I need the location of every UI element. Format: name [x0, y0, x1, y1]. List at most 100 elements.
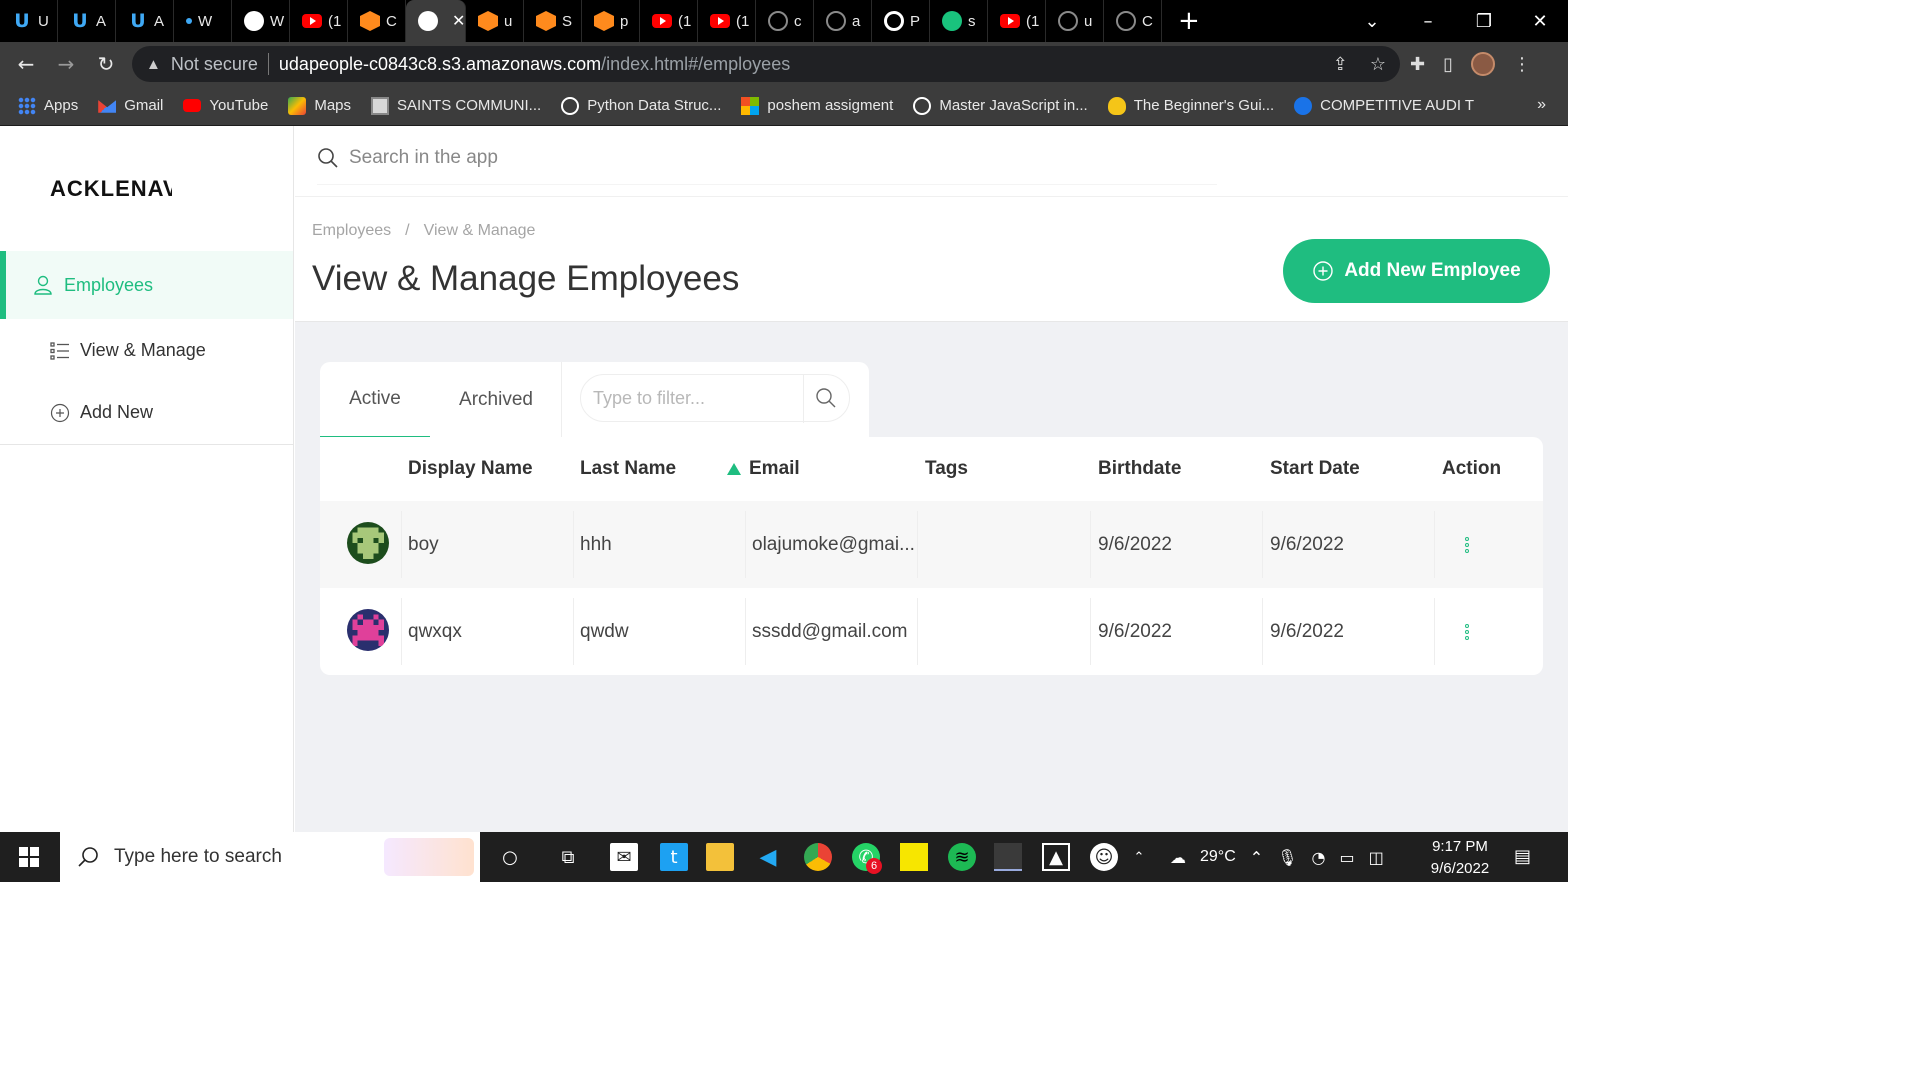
- microphone-icon[interactable]: 🎙: [1277, 848, 1297, 867]
- column-tags[interactable]: Tags: [925, 437, 968, 501]
- spotify-icon[interactable]: ≋: [948, 843, 976, 871]
- breadcrumb-view-manage[interactable]: View & Manage: [424, 222, 536, 240]
- add-new-employee-button[interactable]: Add New Employee: [1283, 239, 1550, 303]
- side-panel-icon[interactable]: ▯: [1443, 54, 1453, 75]
- sidebar-item-view-manage[interactable]: View & Manage: [50, 340, 206, 361]
- column-display-name[interactable]: Display Name: [408, 437, 533, 501]
- minimize-button[interactable]: –: [1400, 0, 1456, 42]
- bookmark-item[interactable]: SAINTS COMMUNI...: [371, 96, 541, 115]
- weather-temp[interactable]: 29°C: [1200, 848, 1236, 866]
- reload-button[interactable]: ↻: [86, 44, 126, 84]
- browser-tab[interactable]: (1: [290, 0, 348, 42]
- app-logo[interactable]: ACKLENAVE: [50, 176, 172, 202]
- filter-input[interactable]: [593, 387, 793, 409]
- vscode-icon[interactable]: ◀: [754, 843, 782, 871]
- chrome-profile-icon[interactable]: [994, 843, 1022, 871]
- browser-tab[interactable]: UA: [116, 0, 174, 42]
- browser-tab[interactable]: (1: [988, 0, 1046, 42]
- weather-icon[interactable]: ☁: [1170, 848, 1186, 867]
- profile-avatar[interactable]: [1471, 52, 1495, 76]
- browser-tab[interactable]: u: [1046, 0, 1104, 42]
- cortana-icon[interactable]: ○: [496, 843, 524, 871]
- file-explorer-icon[interactable]: [706, 843, 734, 871]
- bookmark-star-icon[interactable]: ☆: [1370, 54, 1386, 75]
- browser-tab[interactable]: C: [348, 0, 406, 42]
- tray-expand-icon[interactable]: ⌃: [1250, 848, 1263, 867]
- browser-tab[interactable]: W: [232, 0, 290, 42]
- sidebar-item-add-new[interactable]: Add New: [50, 402, 153, 423]
- row-action-menu-icon[interactable]: [1463, 537, 1471, 553]
- tab-search-icon[interactable]: ⌄: [1344, 0, 1400, 42]
- system-clock[interactable]: 9:17 PM 9/6/2022: [1418, 836, 1502, 880]
- column-last-name[interactable]: Last Name: [580, 437, 676, 501]
- browser-tab[interactable]: u: [466, 0, 524, 42]
- new-tab-button[interactable]: +: [1178, 6, 1200, 36]
- browser-tab[interactable]: W: [174, 0, 232, 42]
- column-birthdate[interactable]: Birthdate: [1098, 437, 1181, 501]
- extensions-icon[interactable]: ✚: [1410, 54, 1425, 75]
- taskbar-search-placeholder[interactable]: Type here to search: [114, 846, 282, 868]
- bookmark-item[interactable]: Master JavaScript in...: [913, 96, 1088, 115]
- bookmark-item[interactable]: Gmail: [98, 97, 163, 115]
- security-label[interactable]: Not secure: [171, 54, 258, 75]
- browser-tab[interactable]: s: [930, 0, 988, 42]
- bookmark-item[interactable]: Python Data Struc...: [561, 96, 721, 115]
- bookmark-item[interactable]: COMPETITIVE AUDI T: [1294, 96, 1474, 115]
- forward-button[interactable]: →: [46, 44, 86, 84]
- wifi-icon[interactable]: ◔: [1311, 848, 1325, 867]
- browser-tab[interactable]: S: [524, 0, 582, 42]
- photos-icon[interactable]: ▲: [1042, 843, 1070, 871]
- menu-icon[interactable]: ⋮: [1513, 54, 1531, 75]
- battery-icon[interactable]: ▭: [1339, 848, 1354, 867]
- search-icon[interactable]: [815, 387, 837, 409]
- sticky-notes-icon[interactable]: [900, 843, 928, 871]
- browser-tab[interactable]: c: [756, 0, 814, 42]
- restore-button[interactable]: ❐: [1456, 0, 1512, 42]
- start-button[interactable]: [0, 832, 58, 882]
- bookmark-item[interactable]: YouTube: [183, 97, 268, 114]
- address-bar[interactable]: ▲ Not secure udapeople-c0843c8.s3.amazon…: [132, 46, 1400, 82]
- browser-tab[interactable]: UA: [58, 0, 116, 42]
- taskbar-search[interactable]: Type here to search: [60, 832, 480, 882]
- browser-tab[interactable]: UU: [0, 0, 58, 42]
- speaker-icon[interactable]: ◫: [1369, 848, 1384, 867]
- table-row[interactable]: qwxqx qwdw sssdd@gmail.com 9/6/2022 9/6/…: [320, 588, 1543, 675]
- bookmarks-overflow-button[interactable]: »: [1537, 96, 1546, 114]
- mail-icon[interactable]: ✉: [610, 843, 638, 871]
- browser-tab[interactable]: P: [872, 0, 930, 42]
- bookmark-item[interactable]: poshem assigment: [741, 96, 893, 115]
- chrome-icon[interactable]: [804, 843, 832, 871]
- app-search[interactable]: Search in the app: [317, 147, 498, 169]
- tab-active[interactable]: Active: [320, 362, 430, 438]
- bookmark-item[interactable]: Maps: [288, 96, 351, 115]
- table-row[interactable]: boy hhh olajumoke@gmai... 9/6/2022 9/6/2…: [320, 501, 1543, 588]
- browser-tab[interactable]: C: [1104, 0, 1162, 42]
- close-window-button[interactable]: ✕: [1512, 0, 1568, 42]
- taskbar-scroll-icon[interactable]: ⌃: [1130, 843, 1148, 871]
- sidebar-item-employees[interactable]: Employees: [0, 251, 293, 319]
- task-view-icon[interactable]: ⧉: [554, 843, 582, 871]
- twitter-icon[interactable]: t: [660, 843, 688, 871]
- column-start-date[interactable]: Start Date: [1270, 437, 1360, 501]
- close-tab-icon[interactable]: ✕: [452, 11, 465, 31]
- app-icon[interactable]: ☺: [1090, 843, 1118, 871]
- share-icon[interactable]: ⇪: [1333, 54, 1348, 75]
- column-email[interactable]: Email: [727, 437, 800, 501]
- browser-tab-title: (1: [736, 12, 750, 30]
- browser-tab[interactable]: (1: [698, 0, 756, 42]
- notifications-icon[interactable]: ▤: [1514, 846, 1531, 867]
- bookmark-item[interactable]: Apps: [18, 96, 78, 115]
- tab-archived[interactable]: Archived: [440, 362, 552, 438]
- breadcrumb-employees[interactable]: Employees: [312, 222, 391, 240]
- row-action-menu-icon[interactable]: [1463, 624, 1471, 640]
- back-button[interactable]: ←: [6, 44, 46, 84]
- browser-tab[interactable]: (1: [640, 0, 698, 42]
- browser-tab[interactable]: a: [814, 0, 872, 42]
- search-placeholder[interactable]: Search in the app: [349, 147, 498, 169]
- browser-tab[interactable]: ✕: [406, 0, 466, 42]
- column-divider: [1434, 511, 1435, 578]
- browser-tab[interactable]: p: [582, 0, 640, 42]
- bookmark-item[interactable]: The Beginner's Gui...: [1107, 96, 1274, 115]
- warning-icon[interactable]: ▲: [146, 56, 161, 73]
- tabs-card: Active Archived: [320, 362, 869, 438]
